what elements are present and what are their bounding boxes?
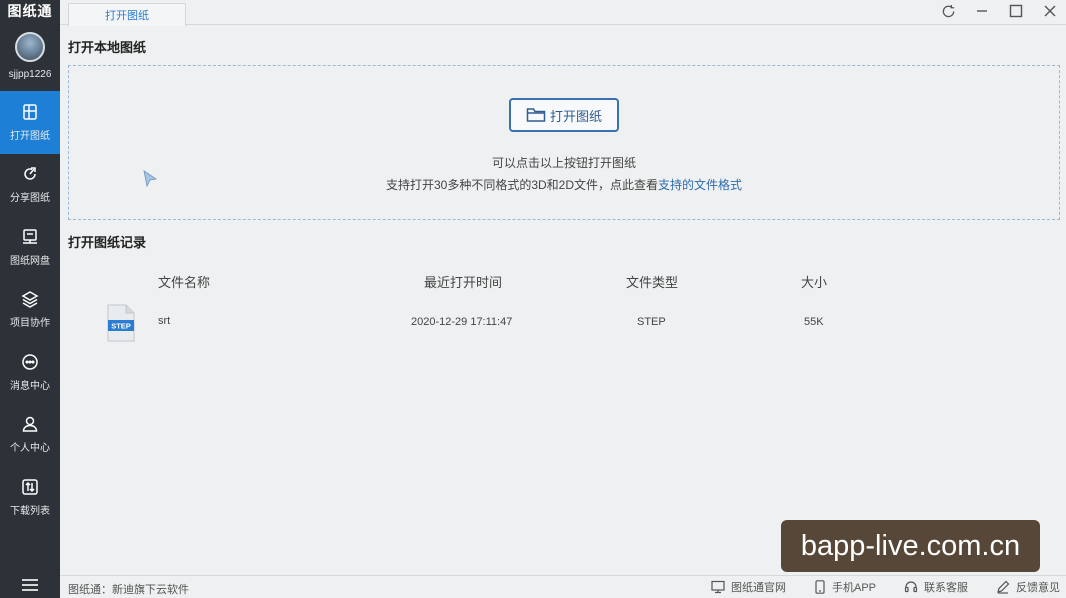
sidebar-item-messages[interactable]: 消息中心 (0, 341, 60, 404)
file-type: STEP (637, 316, 666, 328)
sidebar-item-label: 打开图纸 (10, 130, 50, 142)
file-name[interactable]: srt (158, 315, 170, 327)
support-link-label: 联系客服 (924, 582, 968, 594)
sidebar: 图纸通 sjjpp1226 打开图纸 分享图纸 图纸网盘 项目协作 消息中心 个… (0, 0, 60, 598)
open-drawing-button-label: 打开图纸 (549, 108, 602, 124)
column-header-time: 最近打开时间 (424, 275, 503, 290)
sidebar-item-label: 消息中心 (10, 380, 50, 392)
monitor-icon (711, 580, 725, 594)
open-drawing-button[interactable]: 打开图纸 (509, 98, 619, 132)
status-links: 图纸通官网 手机APP 联系客服 反馈意见 (711, 579, 1060, 595)
user-icon (22, 417, 38, 432)
column-header-name: 文件名称 (158, 275, 211, 290)
sidebar-item-project[interactable]: 项目协作 (0, 279, 60, 342)
file-time: 2020-12-29 17:11:47 (411, 316, 513, 328)
open-local-title: 打开本地图纸 (68, 40, 147, 55)
website-link[interactable]: 图纸通官网 (711, 579, 786, 595)
refresh-button[interactable] (938, 1, 958, 21)
tab-open-drawing[interactable]: 打开图纸 (68, 3, 186, 26)
minimize-icon (977, 10, 987, 12)
edit-icon (997, 580, 1010, 594)
status-text: 图纸通：新迪旗下云软件 (68, 584, 189, 596)
watermark: bapp-live.com.cn (781, 520, 1040, 572)
hamburger-menu-icon (22, 579, 38, 591)
app-logo: 图纸通 (7, 3, 53, 19)
download-list-icon (22, 479, 38, 495)
avatar[interactable] (15, 32, 45, 62)
close-button[interactable] (1040, 1, 1060, 21)
message-icon (22, 354, 38, 370)
cloud-drive-icon (23, 229, 37, 244)
minimize-button[interactable] (972, 1, 992, 21)
close-icon (1044, 5, 1056, 17)
layers-icon (21, 291, 39, 309)
mobile-app-link[interactable]: 手机APP (814, 579, 876, 595)
column-header-size: 大小 (801, 275, 828, 290)
username: sjjpp1226 (8, 69, 52, 80)
mobile-app-link-label: 手机APP (831, 582, 876, 594)
sidebar-nav: 打开图纸 分享图纸 图纸网盘 项目协作 消息中心 个人中心 下载列表 (0, 91, 60, 529)
sidebar-item-downloads[interactable]: 下载列表 (0, 466, 60, 529)
open-drawing-icon (23, 104, 37, 120)
records-title: 打开图纸记录 (68, 235, 147, 250)
mouse-cursor-icon (143, 170, 158, 191)
sidebar-item-profile[interactable]: 个人中心 (0, 404, 60, 467)
sidebar-item-open-drawing[interactable]: 打开图纸 (0, 91, 60, 154)
column-header-type: 文件类型 (626, 275, 679, 290)
support-link[interactable]: 联系客服 (904, 579, 968, 595)
feedback-link[interactable]: 反馈意见 (996, 579, 1060, 595)
status-bar: 图纸通：新迪旗下云软件 图纸通官网 手机APP 联系客服 反馈意见 (60, 575, 1066, 598)
menu-button[interactable] (0, 578, 60, 592)
hint-text: 可以点击以上按钮打开图纸 (491, 156, 636, 170)
maximize-button[interactable] (1006, 1, 1026, 21)
formats-hint: 支持打开30多种不同格式的3D和2D文件，点此查看支持的文件格式 (69, 176, 1059, 193)
sidebar-item-label: 分享图纸 (10, 193, 50, 205)
sidebar-item-label: 项目协作 (10, 318, 50, 330)
sidebar-item-label: 图纸网盘 (10, 255, 50, 267)
website-link-label: 图纸通官网 (730, 582, 786, 594)
window-controls (938, 0, 1060, 22)
tab-bar: 打开图纸 (60, 0, 1066, 26)
sidebar-item-label: 个人中心 (10, 443, 50, 455)
step-file-icon: STEP (106, 304, 136, 345)
feedback-link-label: 反馈意见 (1016, 582, 1060, 594)
file-size: 55K (804, 316, 824, 328)
headset-icon (904, 581, 918, 593)
sidebar-item-label: 下载列表 (10, 505, 50, 517)
file-icon-label: STEP (111, 322, 131, 331)
supported-formats-link[interactable]: 支持的文件格式 (658, 178, 742, 192)
maximize-icon (1009, 4, 1023, 18)
formats-hint-text: 支持打开30多种不同格式的3D和2D文件，点此查看 (385, 178, 658, 192)
share-icon (24, 167, 36, 180)
folder-icon (526, 108, 546, 122)
refresh-icon (942, 4, 954, 17)
drop-zone[interactable]: 打开图纸 可以点击以上按钮打开图纸 支持打开30多种不同格式的3D和2D文件，点… (68, 65, 1060, 220)
sidebar-item-cloud-drive[interactable]: 图纸网盘 (0, 216, 60, 279)
phone-icon (815, 580, 825, 594)
sidebar-item-share[interactable]: 分享图纸 (0, 154, 60, 217)
